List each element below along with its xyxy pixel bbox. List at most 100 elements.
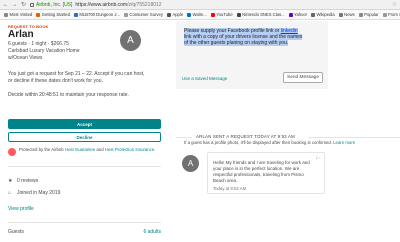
protection-text: Protected by the Airbnb Host Guarantee a… — [19, 147, 155, 156]
reviews-count: 0 reviews — [17, 178, 39, 184]
divider — [308, 137, 400, 138]
back-arrow-icon[interactable]: ← — [2, 1, 9, 8]
bookmark-item[interactable]: Popular — [358, 12, 379, 17]
bookmark-favicon-icon — [187, 12, 192, 17]
bookmark-item[interactable]: News — [338, 12, 355, 17]
flag-icon[interactable]: ⚐ — [316, 156, 320, 162]
lock-icon — [30, 2, 34, 7]
bookmark-star-icon[interactable]: ☆ — [392, 1, 397, 8]
send-message-button[interactable]: Send Message — [283, 72, 323, 83]
bookmarks-bar: Most Visited Getting Started MLB700 Dungeo… — [0, 10, 400, 20]
guests-label: Guests — [8, 229, 24, 235]
thread-title: ARLAN SENT A REQUEST TODAY AT 9:52 AM — [194, 134, 297, 139]
guests-value[interactable]: 6 adults — [143, 229, 161, 235]
bookmark-label: MLB700 Dungeon J... — [79, 12, 120, 17]
reviews-stat: ★ 0 reviews — [8, 178, 38, 184]
bookmark-label: Consumer Survey — [129, 12, 163, 17]
listing-name: Carlsbad Luxury Vacation Home — [8, 48, 80, 54]
view-profile-link[interactable]: View profile — [8, 206, 34, 212]
bookmark-label: Most Visited — [9, 12, 33, 17]
message-panel: Please supply your Facebook profile link… — [176, 21, 400, 242]
message-textarea[interactable]: Please supply your Facebook profile link… — [184, 28, 304, 47]
bookmark-favicon-icon — [288, 12, 293, 17]
message-time: Today at 9:52 AM — [213, 186, 247, 191]
bookmark-item[interactable]: Getting Started — [36, 12, 70, 17]
bookmark-favicon-icon — [382, 12, 387, 17]
bookmark-item[interactable]: Nintendo SNES Clas... — [236, 12, 285, 17]
guest-name: Arlan — [8, 29, 34, 40]
request-panel: REQUEST TO BOOK Arlan A 6 guests · 1 nig… — [0, 21, 166, 242]
request-message: You just got a request for Sep 21 – 22. … — [8, 71, 145, 84]
url-bar[interactable]: Airbnb, Inc. [US] https://www.airbnb.com… — [30, 1, 392, 8]
bookmark-item[interactable]: Most Visited — [4, 12, 32, 17]
protection-suffix: . — [154, 147, 156, 152]
bookmark-favicon-icon — [123, 12, 128, 17]
bookmark-label: Nintendo SNES Clas... — [242, 12, 285, 17]
avatar[interactable]: A — [120, 30, 141, 51]
bookmark-favicon-icon — [4, 12, 8, 17]
message-text-b: link with a copy of your drivers license… — [184, 34, 303, 47]
message-composer[interactable]: Please supply your Facebook profile link… — [176, 21, 328, 89]
guest-message: Hello! My friends and I are traveling fo… — [213, 160, 310, 183]
message-text-link[interactable]: linkedin — [280, 28, 298, 34]
bookmark-favicon-icon — [338, 12, 343, 17]
bookmark-label: YouTube — [216, 12, 233, 17]
decline-button[interactable]: Decline — [8, 132, 161, 142]
divider — [176, 137, 192, 138]
learn-more-link[interactable]: Learn more — [333, 140, 355, 145]
browser-toolbar: ← → ↻ Airbnb, Inc. [US] https://www.airb… — [0, 0, 400, 10]
message-text-a: Please supply your Facebook profile link… — [184, 28, 281, 34]
bookmark-favicon-icon — [311, 12, 316, 17]
protection-note: Protected by the Airbnb Host Guarantee a… — [8, 147, 158, 156]
bookmark-item[interactable]: Consumer Survey — [123, 12, 163, 17]
bookmark-label: Walm... — [192, 12, 207, 17]
listing-name-cont: w/Ocean Views — [8, 55, 43, 61]
photo-note-text: If a guest has a profile photo, it'll be… — [184, 140, 332, 145]
bookmark-item[interactable]: From Safari — [382, 12, 400, 17]
refresh-icon[interactable]: ↻ — [20, 1, 27, 8]
shield-icon — [8, 148, 16, 156]
forward-arrow-icon[interactable]: → — [11, 1, 18, 8]
protection-prefix: Protected by the Airbnb — [19, 147, 65, 152]
bookmark-favicon-icon — [358, 12, 363, 17]
bookmark-favicon-icon — [73, 12, 78, 17]
home-icon: ⌂ — [8, 190, 12, 196]
decide-message: Decide within 20:48:51 to maintain your … — [8, 92, 129, 98]
bookmark-label: News — [344, 12, 355, 17]
guests-row: Guests 6 adults — [8, 229, 161, 235]
security-label: Airbnb, Inc. [US] — [36, 1, 73, 8]
bookmark-label: Apple — [172, 12, 184, 17]
bookmark-label: Wikipedia — [316, 12, 335, 17]
bookmark-label: From Safari — [388, 12, 400, 17]
divider — [8, 166, 161, 167]
bookmark-item[interactable]: Yahoo! — [288, 12, 308, 17]
message-bubble: ⚐ Hello! My friends and I are traveling … — [207, 152, 325, 194]
bookmark-favicon-icon — [210, 12, 215, 17]
avatar[interactable]: A — [182, 155, 199, 172]
bookmark-favicon-icon — [236, 12, 241, 17]
host-protection-link[interactable]: Host Protection Insurance — [105, 147, 154, 152]
bookmark-favicon-icon — [36, 12, 41, 17]
bookmark-label: Popular — [364, 12, 379, 17]
bookmark-item[interactable]: Walm... — [187, 12, 207, 17]
bookmark-item[interactable]: Wikipedia — [311, 12, 335, 17]
bookmark-label: Getting Started — [41, 12, 70, 17]
bookmark-item[interactable]: Apple — [166, 12, 184, 17]
joined-stat: ⌂ Joined in May 2019 — [8, 190, 60, 196]
url-host: https://www.airbnb.com — [75, 1, 128, 8]
accept-button[interactable]: Accept — [8, 119, 161, 129]
joined-date: Joined in May 2019 — [17, 190, 61, 196]
bookmark-item[interactable]: YouTube — [210, 12, 233, 17]
url-path: /z/q/755218012 — [127, 1, 162, 8]
star-icon: ★ — [8, 178, 13, 184]
protection-mid: and — [95, 147, 105, 152]
bookmark-item[interactable]: MLB700 Dungeon J... — [73, 12, 120, 17]
host-guarantee-link[interactable]: Host Guarantee — [65, 147, 95, 152]
photo-note: If a guest has a profile photo, it'll be… — [184, 140, 355, 145]
divider — [8, 222, 161, 223]
bookmark-favicon-icon — [166, 12, 171, 17]
saved-message-link[interactable]: Use a Saved Message — [182, 76, 227, 81]
bookmark-label: Yahoo! — [294, 12, 308, 17]
booking-summary: 6 guests · 1 night · $266.75 — [8, 41, 69, 47]
booking-meta: 6 guests · 1 night · $266.75 Carlsbad Lu… — [8, 41, 113, 62]
